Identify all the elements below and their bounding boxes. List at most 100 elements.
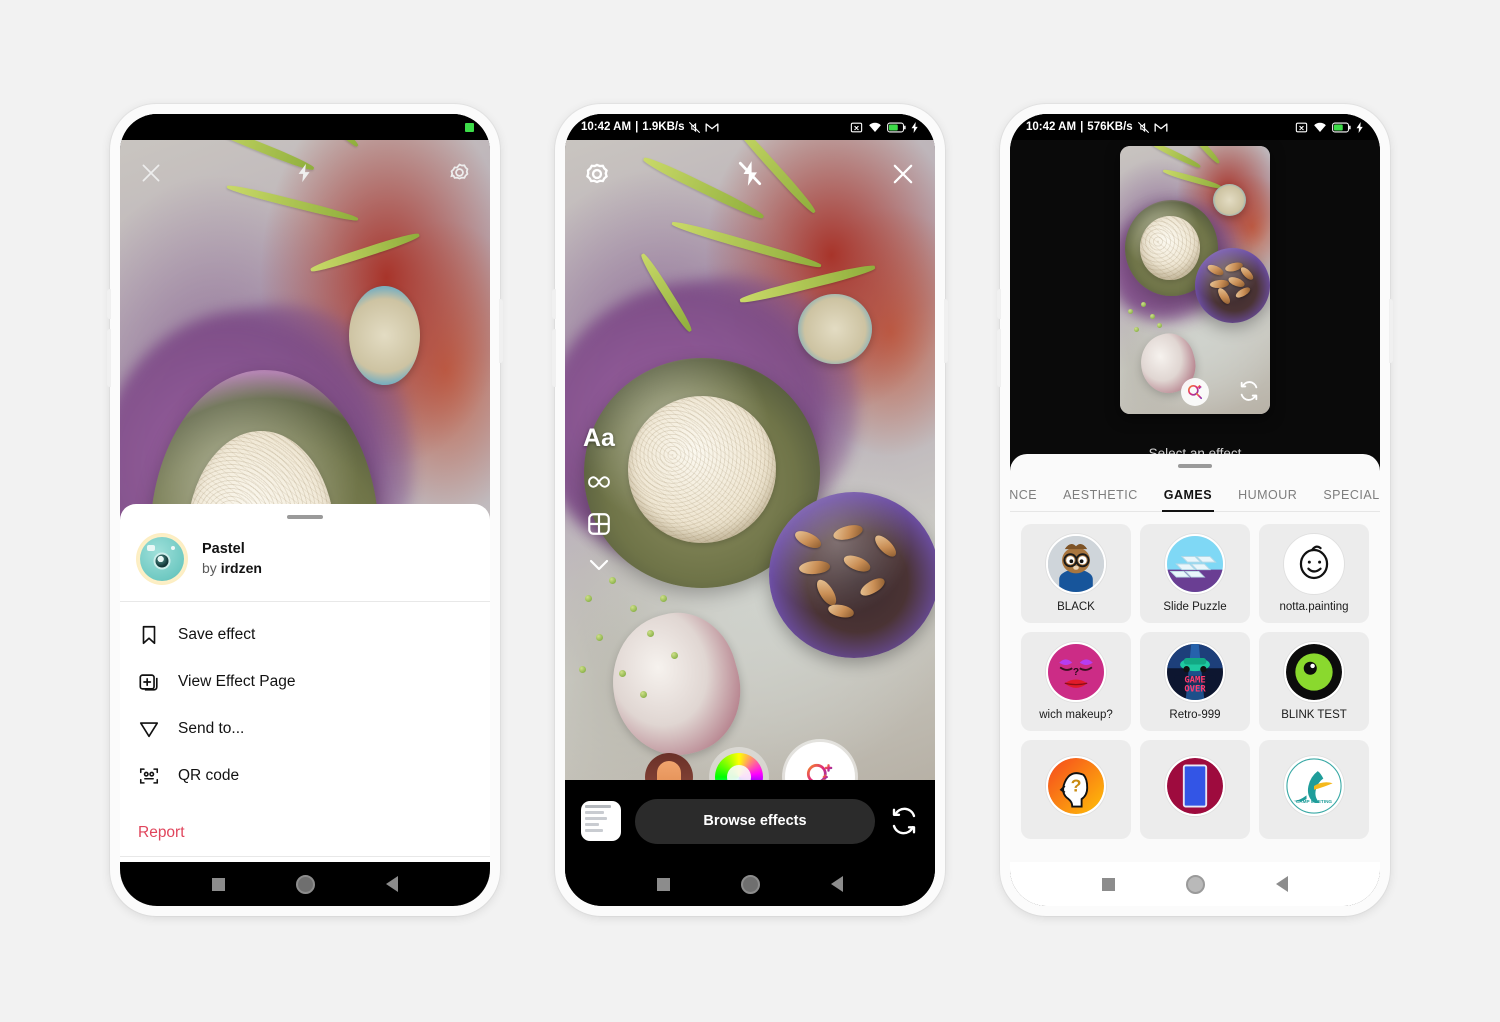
menu-item-label: Send to... <box>178 719 245 737</box>
effect-preview-card[interactable] <box>1120 146 1270 414</box>
menu-item-view-effect-page[interactable]: View Effect Page <box>120 658 490 705</box>
gallery-thumbnail[interactable] <box>581 801 621 841</box>
gmail-icon <box>705 122 719 133</box>
effect-author-row[interactable]: Pastel by irdzen <box>120 519 490 601</box>
back-triangle-icon[interactable] <box>386 876 399 892</box>
preview-effects-button[interactable] <box>1181 378 1209 406</box>
phone-1-status-bar <box>120 114 490 140</box>
settings-gear-icon[interactable] <box>583 160 611 188</box>
effect-cell-wich-makeup[interactable]: ? wich makeup? <box>1021 632 1131 731</box>
effect-label: Slide Puzzle <box>1163 601 1227 613</box>
paper-plane-icon <box>138 718 160 740</box>
phone-2-side-tools: Aa <box>583 424 615 573</box>
phone-2: 10:42 AM | 1.9KB/s Aa Browse effects <box>552 104 948 916</box>
effect-cell-slide-puzzle[interactable]: Slide Puzzle <box>1140 524 1250 623</box>
phone-3: 10:42 AM | 576KB/s NCE AESTHETIC GAMES H… <box>997 104 1393 916</box>
home-circle-icon[interactable] <box>1185 874 1205 894</box>
effect-options-sheet: Pastel by irdzen Save effect View Effect… <box>120 504 490 906</box>
charging-bolt-icon <box>1356 121 1364 133</box>
wifi-icon <box>1313 121 1327 133</box>
photo-small-bowl <box>349 285 420 386</box>
status-right <box>1295 121 1364 134</box>
effect-cell-retro-999[interactable]: GAME OVER Retro-999 <box>1140 632 1250 731</box>
effect-cell-hummingbird[interactable]: CAMP MEETING <box>1259 740 1369 839</box>
tab-humour[interactable]: HUMOUR <box>1238 488 1297 511</box>
phone-2-camera-preview <box>565 140 935 780</box>
plus-square-stack-icon <box>138 671 160 693</box>
browse-effects-button[interactable]: Browse effects <box>635 798 875 844</box>
phone-1-power-button[interactable] <box>499 299 503 363</box>
camera-avatar-icon <box>140 537 184 581</box>
menu-item-label: Save effect <box>178 625 256 643</box>
tab-appearance[interactable]: ARANCE <box>1010 488 1037 511</box>
menu-item-report[interactable]: Report <box>120 809 490 856</box>
phone-3-status-bar: 10:42 AM | 576KB/s <box>1010 114 1380 140</box>
effect-cell-blue-rectangle[interactable] <box>1140 740 1250 839</box>
gmail-icon <box>1154 122 1168 133</box>
effect-label: Retro-999 <box>1169 709 1221 721</box>
flash-off-icon[interactable] <box>737 160 763 188</box>
photo-rice <box>627 396 776 544</box>
status-network-speed: 1.9KB/s <box>642 121 685 133</box>
text-tool[interactable]: Aa <box>583 424 615 453</box>
magnifier-sparkle-icon <box>1186 383 1204 401</box>
back-triangle-icon[interactable] <box>1276 876 1289 892</box>
recents-square-icon[interactable] <box>656 877 670 891</box>
home-circle-icon[interactable] <box>295 874 315 894</box>
flip-camera-icon[interactable] <box>889 806 919 836</box>
effect-cell-notta-painting[interactable]: notta.painting <box>1259 524 1369 623</box>
home-circle-icon[interactable] <box>740 874 760 894</box>
qr-code-icon <box>138 765 160 787</box>
phone-2-power-button[interactable] <box>944 299 948 363</box>
menu-item-qr-code[interactable]: QR code <box>120 752 490 799</box>
x-box-icon <box>1295 121 1308 134</box>
photo-small-bowl <box>1213 183 1246 216</box>
wifi-icon <box>868 121 882 133</box>
photo-peas <box>1120 296 1189 366</box>
status-separator: | <box>1080 121 1084 133</box>
menu-item-label: View Effect Page <box>178 672 296 690</box>
recents-square-icon[interactable] <box>211 877 225 891</box>
phone-3-power-button[interactable] <box>1389 299 1393 363</box>
tab-games[interactable]: GAMES <box>1161 488 1215 512</box>
menu-item-label: QR code <box>178 766 240 784</box>
preview-flip-camera-icon[interactable] <box>1238 380 1260 402</box>
mute-icon <box>688 121 701 134</box>
hummingbird-logo-icon: CAMP MEETING <box>1284 756 1344 816</box>
photo-small-bowl <box>798 293 873 364</box>
phone-2-status-bar: 10:42 AM | 1.9KB/s <box>565 114 935 140</box>
menu-item-save-effect[interactable]: Save effect <box>120 611 490 658</box>
green-eye-icon <box>1284 642 1344 702</box>
phone-3-screen: 10:42 AM | 576KB/s NCE AESTHETIC GAMES H… <box>1010 114 1380 906</box>
android-nav-bar <box>120 862 490 906</box>
effect-cell-black[interactable]: BLACK <box>1021 524 1131 623</box>
infinity-icon[interactable] <box>584 473 614 491</box>
layout-grid-icon[interactable] <box>586 511 612 537</box>
svg-text:OVER: OVER <box>1184 685 1206 695</box>
phone-3-camera-preview <box>1120 146 1270 414</box>
status-left: 10:42 AM | 1.9KB/s <box>581 121 719 134</box>
bookmark-icon <box>138 624 160 646</box>
android-nav-bar <box>565 862 935 906</box>
phone-2-screen: 10:42 AM | 1.9KB/s Aa Browse effects <box>565 114 935 906</box>
effect-author: by irdzen <box>202 560 262 577</box>
mute-icon <box>1137 121 1150 134</box>
status-left: 10:42 AM | 576KB/s <box>1026 121 1168 134</box>
smiley-outline-face-icon <box>1284 534 1344 594</box>
close-icon[interactable] <box>138 160 164 186</box>
svg-text:?: ? <box>1073 667 1079 678</box>
photo-rice <box>1139 215 1200 281</box>
menu-item-send-to[interactable]: Send to... <box>120 705 490 752</box>
close-icon[interactable] <box>889 160 917 188</box>
settings-gear-icon[interactable] <box>447 160 472 185</box>
back-triangle-icon[interactable] <box>831 876 844 892</box>
effect-label: notta.painting <box>1279 601 1349 613</box>
tab-aesthetic[interactable]: AESTHETIC <box>1063 488 1138 511</box>
recents-square-icon[interactable] <box>1101 877 1115 891</box>
tab-special-effects[interactable]: SPECIAL E <box>1323 488 1380 511</box>
chevron-down-icon[interactable] <box>587 557 611 573</box>
effect-cell-blink-test[interactable]: BLINK TEST <box>1259 632 1369 731</box>
effects-browser-sheet: ARANCE AESTHETIC GAMES HUMOUR SPECIAL E <box>1010 454 1380 906</box>
flash-icon[interactable] <box>294 162 316 184</box>
effect-cell-question-head[interactable]: ? <box>1021 740 1131 839</box>
